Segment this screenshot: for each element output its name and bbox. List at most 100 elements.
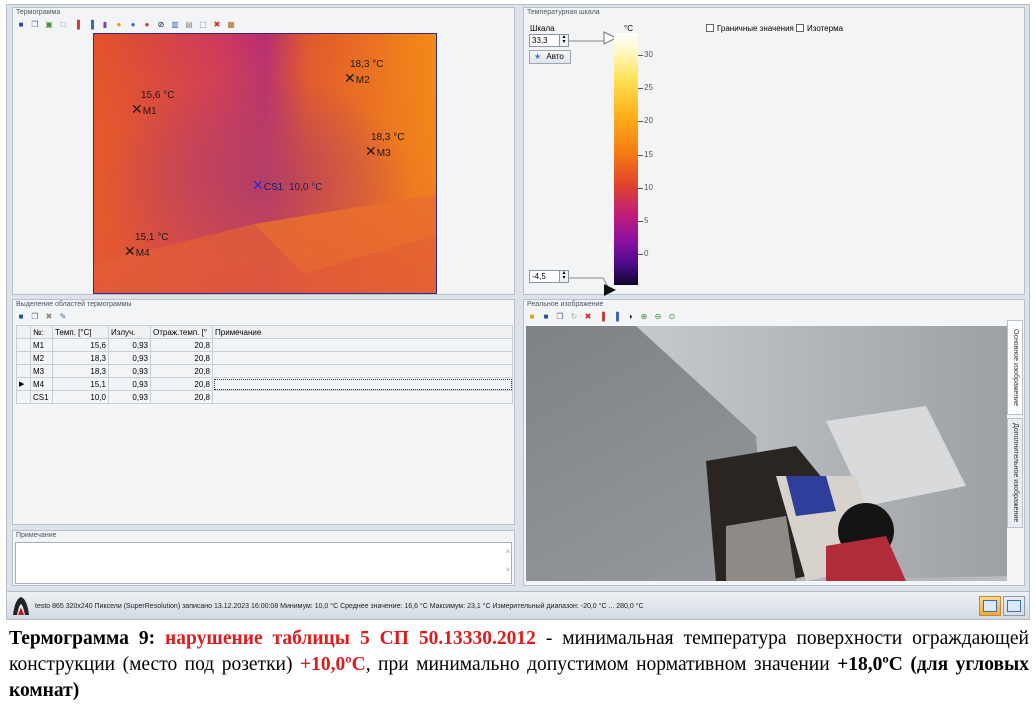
export-icon[interactable]: □ bbox=[57, 18, 69, 30]
scroll-arrows-icon[interactable]: ˄ ˅ bbox=[506, 544, 510, 580]
cell-id: M3 bbox=[30, 364, 53, 378]
scale-tick: 20 bbox=[638, 116, 653, 125]
palette-icon[interactable]: ▐ bbox=[85, 18, 97, 30]
marker-m4[interactable]: ✕M4 15,1 °C bbox=[124, 232, 168, 259]
image-icon[interactable]: ▣ bbox=[43, 18, 55, 30]
isotherm-checkbox[interactable]: Изотерма bbox=[796, 24, 843, 33]
column-header[interactable]: Излуч. bbox=[108, 325, 151, 339]
cell-temp[interactable]: 18,3 bbox=[52, 351, 109, 365]
zoom-in-icon[interactable]: ⊕ bbox=[638, 310, 650, 322]
cell-emissivity[interactable]: 0,93 bbox=[108, 364, 151, 378]
real-photo[interactable] bbox=[526, 326, 1007, 581]
spin-arrows-icon[interactable]: ▴ ▾ bbox=[559, 34, 568, 46]
note-panel: Примечание ˄ ˅ bbox=[12, 530, 515, 586]
table-row[interactable]: M2 18,3 0,93 20,8 bbox=[16, 351, 513, 365]
delete-marker-icon[interactable]: ⊘ bbox=[155, 18, 167, 30]
column-header[interactable]: Отраж.темп. [° bbox=[150, 325, 213, 339]
edit-icon[interactable]: ✎ bbox=[57, 310, 69, 322]
tab-main-image[interactable]: Основное изображение bbox=[1007, 320, 1023, 415]
save-icon[interactable]: ■ bbox=[15, 310, 27, 322]
thermogram-panel: Термограмма ■ ❒ ▣ □ ▐ ▐ ▮ ● ● ● ⊘ ▥ ▤ ⬚ … bbox=[12, 7, 515, 295]
cell-temp[interactable]: 10,0 bbox=[52, 390, 109, 404]
zoom-fit-icon[interactable]: ⊙ bbox=[666, 310, 678, 322]
cell-emissivity[interactable]: 0,93 bbox=[108, 338, 151, 352]
point-icon[interactable]: ● bbox=[141, 18, 153, 30]
grid-icon[interactable]: ▦ bbox=[225, 18, 237, 30]
cell-emissivity[interactable]: 0,93 bbox=[108, 377, 151, 391]
layout-split-icon[interactable] bbox=[1003, 596, 1025, 616]
real-image-panel-title: Реальное изображение bbox=[527, 301, 604, 308]
copy-icon[interactable]: ❒ bbox=[29, 310, 41, 322]
table-row[interactable]: M3 18,3 0,93 20,8 bbox=[16, 364, 513, 378]
rotate-icon[interactable]: ↻ bbox=[568, 310, 580, 322]
cell-reflected-temp[interactable]: 20,8 bbox=[150, 377, 213, 391]
column-header[interactable]: Темп. [°C] bbox=[52, 325, 109, 339]
area-icon[interactable]: ⬚ bbox=[197, 18, 209, 30]
note-panel-title: Примечание bbox=[16, 532, 57, 539]
scale-tick: 0 bbox=[637, 249, 649, 258]
cell-reflected-temp[interactable]: 20,8 bbox=[150, 351, 213, 365]
tab-additional-image[interactable]: Дополнительное изображение bbox=[1007, 418, 1023, 528]
delete-icon[interactable]: ✖ bbox=[43, 310, 55, 322]
histogram-icon[interactable]: ▐ bbox=[596, 310, 608, 322]
profile-icon[interactable]: ▥ bbox=[169, 18, 181, 30]
column-header[interactable]: №: bbox=[30, 325, 53, 339]
marker-label: M1 bbox=[142, 106, 157, 117]
histogram-icon[interactable]: ▐ bbox=[71, 18, 83, 30]
cell-temp[interactable]: 18,3 bbox=[52, 364, 109, 378]
marker-m1[interactable]: ✕M1 15,6 °C bbox=[131, 90, 174, 117]
auto-button[interactable]: ★ Авто bbox=[529, 50, 571, 64]
cell-note[interactable] bbox=[212, 390, 513, 404]
row-pointer-icon[interactable]: ▶ bbox=[16, 377, 31, 391]
open-icon[interactable]: ■ bbox=[526, 310, 538, 322]
scale-panel-title: Температурная шкала bbox=[527, 9, 600, 16]
scale-icon[interactable]: ▮ bbox=[99, 18, 111, 30]
copy-icon[interactable]: ❒ bbox=[29, 18, 41, 30]
scale-unit: °C bbox=[624, 24, 633, 33]
cell-reflected-temp[interactable]: 20,8 bbox=[150, 364, 213, 378]
spin-arrows-icon[interactable]: ▴ ▾ bbox=[559, 270, 568, 282]
column-header[interactable]: Примечание bbox=[212, 325, 513, 339]
auto-icon: ★ bbox=[534, 52, 542, 61]
palette-icon[interactable]: ▐ bbox=[610, 310, 622, 322]
chart-icon[interactable]: ▤ bbox=[183, 18, 195, 30]
cell-note[interactable] bbox=[212, 364, 513, 378]
marker-temp: 18,3 °C bbox=[350, 59, 384, 70]
scale-tick: 5 bbox=[637, 216, 649, 225]
hotspot-icon[interactable]: ● bbox=[113, 18, 125, 30]
cell-reflected-temp[interactable]: 20,8 bbox=[150, 338, 213, 352]
scale-min-input[interactable]: -4,5 ▴ ▾ bbox=[529, 270, 569, 283]
cell-id: M4 bbox=[30, 377, 53, 391]
cell-temp[interactable]: 15,6 bbox=[52, 338, 109, 352]
caption-text-2: , при минимально допустимом нормативном … bbox=[365, 654, 838, 675]
marker-cs1[interactable]: ✕CS1 10,0 °C bbox=[252, 178, 322, 193]
remove-all-icon[interactable]: ✖ bbox=[211, 18, 223, 30]
cell-emissivity[interactable]: 0,93 bbox=[108, 390, 151, 404]
cell-note[interactable] bbox=[212, 338, 513, 352]
scale-max-input[interactable]: 33,3 ▴ ▾ bbox=[529, 34, 569, 47]
coldspot-icon[interactable]: ● bbox=[127, 18, 139, 30]
contrast-icon[interactable]: ◑ bbox=[624, 310, 636, 322]
cell-reflected-temp[interactable]: 20,8 bbox=[150, 390, 213, 404]
regions-panel: Выделение областей термограммы ■ ❒ ✖ ✎ №… bbox=[12, 299, 515, 525]
copy-icon[interactable]: ❒ bbox=[554, 310, 566, 322]
marker-m2[interactable]: ✕M2 18,3 °C bbox=[344, 59, 383, 86]
save-icon[interactable]: ■ bbox=[15, 18, 27, 30]
marker-m3[interactable]: ✕M3 18,3 °C bbox=[365, 132, 404, 159]
note-textarea[interactable] bbox=[15, 542, 512, 584]
delete-icon[interactable]: ✖ bbox=[582, 310, 594, 322]
layout-single-icon[interactable] bbox=[979, 596, 1001, 616]
cell-note[interactable] bbox=[212, 351, 513, 365]
table-row[interactable]: CS1 10,0 0,93 20,8 bbox=[16, 390, 513, 404]
limit-values-checkbox[interactable]: Граничные значения bbox=[706, 24, 794, 33]
cell-note[interactable] bbox=[212, 377, 513, 391]
save-icon[interactable]: ■ bbox=[540, 310, 552, 322]
table-row[interactable]: M1 15,6 0,93 20,8 bbox=[16, 338, 513, 352]
marker-temp: 18,3 °C bbox=[371, 132, 405, 143]
caption-paragraph: Термограмма 9: нарушение таблицы 5 СП 50… bbox=[9, 626, 1029, 704]
cell-emissivity[interactable]: 0,93 bbox=[108, 351, 151, 365]
cell-temp[interactable]: 15,1 bbox=[52, 377, 109, 391]
status-bar: testo 865 320x240 Пиксели (SuperResoluti… bbox=[7, 591, 1029, 619]
table-row-selected[interactable]: ▶ M4 15,1 0,93 20,8 bbox=[16, 377, 513, 391]
zoom-out-icon[interactable]: ⊖ bbox=[652, 310, 664, 322]
